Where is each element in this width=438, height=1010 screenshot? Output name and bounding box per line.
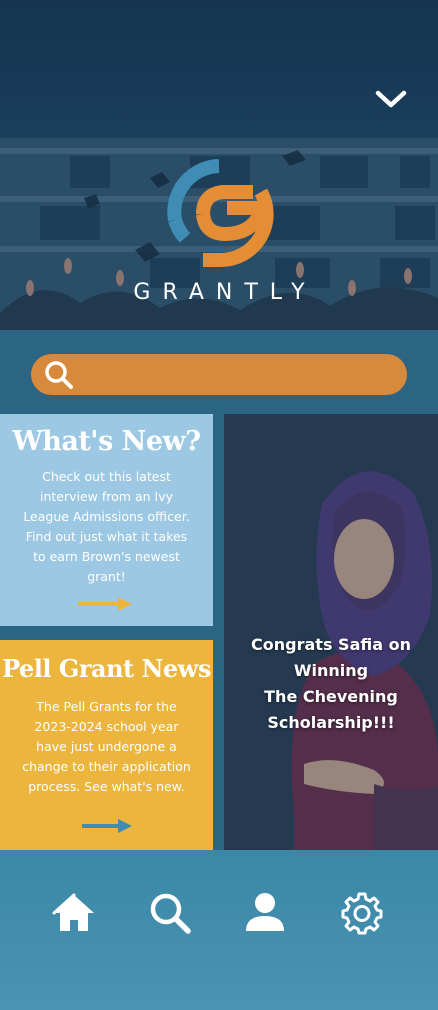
arrow-right-icon[interactable] (78, 818, 132, 834)
top-bar (0, 0, 438, 138)
settings-icon[interactable] (339, 890, 385, 936)
brand-wordmark: GRANTLY (133, 280, 317, 305)
search-icon (45, 361, 73, 389)
hero-banner: GRANTLY (0, 138, 438, 330)
pell-grant-body: The Pell Grants for the 2023-2024 school… (22, 699, 191, 794)
whats-new-card[interactable]: What's New? Check out this latest interv… (0, 414, 213, 626)
home-icon[interactable] (51, 890, 97, 936)
chevron-down-icon[interactable] (374, 86, 408, 112)
grantly-logo-icon (167, 159, 274, 268)
search-input[interactable] (83, 360, 393, 389)
search-icon[interactable] (147, 890, 193, 936)
scholarship-feature-card[interactable]: Congrats Safia on Winning The Chevening … (224, 414, 438, 850)
bottom-nav (0, 850, 438, 1010)
whats-new-title: What's New? (12, 426, 201, 457)
caption-line-4: Scholarship!!! (267, 713, 395, 732)
caption-line-2: Winning (293, 661, 369, 680)
content-grid: What's New? Check out this latest interv… (0, 414, 438, 850)
pell-grant-title: Pell Grant News (2, 654, 211, 683)
caption-line-3: The Chevening (264, 687, 398, 706)
feature-caption: Congrats Safia on Winning The Chevening … (224, 632, 438, 736)
pell-grant-card[interactable]: Pell Grant News The Pell Grants for the … (0, 640, 213, 850)
caption-line-1: Congrats Safia on (251, 635, 411, 654)
search-bar[interactable] (31, 354, 407, 395)
whats-new-body: Check out this latest interview from an … (23, 469, 190, 584)
search-section (0, 330, 438, 414)
arrow-right-icon[interactable] (78, 596, 132, 612)
profile-icon[interactable] (242, 890, 288, 936)
